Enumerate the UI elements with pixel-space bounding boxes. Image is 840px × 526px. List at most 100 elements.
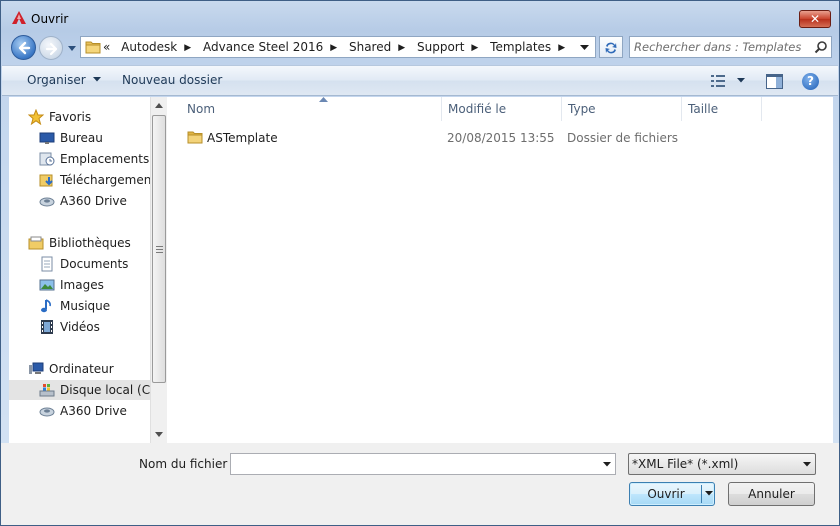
nav-item-label: Musique — [60, 299, 111, 313]
navigation-row: « Autodesk ▶ Advance Steel 2016 ▶ Shared ▶ … — [1, 35, 839, 61]
filename-combobox[interactable] — [230, 453, 616, 475]
libraries-icon — [28, 236, 44, 250]
column-header-label: Modifié le — [448, 102, 507, 116]
new-folder-button[interactable]: Nouveau dossier — [122, 73, 222, 87]
breadcrumb-chevron-icon[interactable]: ▶ — [398, 43, 405, 53]
nav-item-label: Bureau — [60, 131, 103, 145]
breadcrumb-chevron-icon[interactable]: ▶ — [558, 43, 565, 53]
forward-arrow-icon — [45, 42, 58, 56]
nav-item-computer[interactable]: Ordinateur — [9, 359, 150, 379]
filename-input[interactable] — [234, 456, 594, 472]
documents-icon — [41, 256, 53, 272]
column-header-modified[interactable]: Modifié le — [442, 97, 562, 121]
command-toolbar: Organiser Nouveau dossier ? — [2, 65, 838, 96]
view-dropdown-icon[interactable] — [737, 78, 745, 83]
pictures-icon — [39, 279, 55, 291]
file-type-select[interactable]: *XML File* (*.xml) — [628, 453, 816, 475]
cloud-drive-icon — [39, 407, 55, 417]
nav-item-label: Ordinateur — [49, 362, 114, 376]
sort-ascending-icon — [319, 97, 328, 102]
organize-button[interactable]: Organiser — [27, 73, 102, 87]
breadcrumb-item-templates[interactable]: Templates — [490, 40, 551, 54]
search-input[interactable] — [634, 39, 806, 55]
preview-pane-icon[interactable] — [766, 74, 783, 89]
breadcrumb-item-support[interactable]: Support — [417, 40, 464, 54]
open-options-dropdown-icon[interactable] — [705, 491, 713, 496]
scroll-down-icon[interactable] — [151, 426, 167, 442]
forward-button[interactable] — [39, 36, 63, 60]
search-icon[interactable] — [814, 40, 828, 54]
nav-item-label: Disque local (C:) — [60, 383, 150, 397]
breadcrumb: « Autodesk ▶ Advance Steel 2016 ▶ Shared ▶ … — [103, 40, 573, 54]
back-arrow-icon — [18, 41, 31, 55]
nav-item-downloads[interactable]: Téléchargements — [9, 170, 150, 190]
search-box[interactable] — [629, 36, 832, 58]
music-icon — [41, 299, 51, 313]
autodesk-app-icon — [12, 11, 26, 24]
file-name: ASTemplate — [207, 131, 278, 145]
nav-item-a360-drive[interactable]: A360 Drive — [9, 191, 150, 211]
address-bar[interactable]: « Autodesk ▶ Advance Steel 2016 ▶ Shared ▶ … — [80, 36, 596, 58]
breadcrumb-chevron-icon[interactable]: ▶ — [184, 43, 191, 53]
organize-label: Organiser — [27, 73, 86, 87]
file-list: Nom Modifié le Type Taille ASTemplate 20… — [167, 97, 833, 443]
cancel-button[interactable]: Annuler — [728, 482, 815, 506]
view-details-icon[interactable] — [710, 74, 726, 88]
open-button-label: Ouvrir — [647, 487, 685, 501]
refresh-button[interactable] — [599, 36, 623, 58]
back-button[interactable] — [11, 35, 36, 60]
nav-item-label: Images — [60, 278, 104, 292]
nav-item-pictures[interactable]: Images — [9, 275, 150, 295]
chevron-down-icon — [803, 462, 811, 467]
nav-item-label: Documents — [60, 257, 129, 271]
star-icon — [28, 109, 44, 125]
file-type: Dossier de fichiers — [567, 131, 679, 145]
close-button[interactable]: ✕ — [799, 10, 831, 28]
nav-item-desktop[interactable]: Bureau — [9, 128, 150, 148]
nav-item-a360-drive[interactable]: A360 Drive — [9, 401, 150, 421]
local-disk-icon — [39, 384, 55, 397]
open-button[interactable]: Ouvrir — [629, 482, 715, 506]
nav-pane-scrollbar[interactable] — [150, 97, 167, 443]
column-header-label: Nom — [187, 102, 216, 116]
breadcrumb-chevron-icon[interactable]: ▶ — [330, 43, 337, 53]
cloud-drive-icon — [39, 197, 55, 207]
folder-icon — [187, 131, 203, 144]
column-header-size[interactable]: Taille — [682, 97, 762, 121]
nav-item-label: Vidéos — [60, 320, 100, 334]
breadcrumb-item-advance-steel[interactable]: Advance Steel 2016 — [203, 40, 323, 54]
window-title: Ouvrir — [31, 12, 69, 26]
nav-item-libraries[interactable]: Bibliothèques — [9, 233, 150, 253]
split-divider — [701, 485, 702, 503]
nav-item-recent-places[interactable]: Emplacements ré — [9, 149, 150, 169]
nav-item-label: A360 Drive — [60, 404, 127, 418]
chevron-down-icon[interactable] — [603, 462, 611, 467]
filename-label: Nom du fichier : — [139, 457, 236, 471]
scroll-up-icon[interactable] — [151, 98, 167, 114]
file-row[interactable]: ASTemplate 20/08/2015 13:55 Dossier de f… — [167, 127, 833, 149]
breadcrumb-chevron-icon[interactable]: ▶ — [471, 43, 478, 53]
breadcrumb-overflow[interactable]: « — [103, 40, 110, 54]
nav-item-videos[interactable]: Vidéos — [9, 317, 150, 337]
desktop-icon — [39, 132, 55, 144]
help-icon[interactable]: ? — [802, 73, 819, 90]
open-file-dialog: Ouvrir ✕ « Autodesk ▶ Advance Steel 2016 ▶… — [0, 0, 840, 526]
nav-item-music[interactable]: Musique — [9, 296, 150, 316]
scrollbar-grip-icon — [156, 246, 163, 255]
chevron-down-icon — [93, 77, 102, 82]
nav-item-favorites[interactable]: Favoris — [9, 107, 150, 127]
downloads-icon — [39, 174, 53, 187]
address-dropdown-icon[interactable] — [580, 45, 589, 51]
file-modified: 20/08/2015 13:55 — [447, 131, 555, 145]
column-header-name[interactable]: Nom — [181, 97, 442, 121]
scrollbar-thumb[interactable] — [152, 115, 166, 383]
nav-item-local-disk[interactable]: Disque local (C:) — [9, 380, 150, 400]
history-dropdown-icon[interactable] — [67, 43, 77, 53]
breadcrumb-item-shared[interactable]: Shared — [349, 40, 391, 54]
breadcrumb-item-autodesk[interactable]: Autodesk — [121, 40, 177, 54]
nav-item-documents[interactable]: Documents — [9, 254, 150, 274]
computer-icon — [29, 362, 44, 374]
column-header-type[interactable]: Type — [562, 97, 682, 121]
nav-item-label: Bibliothèques — [49, 236, 131, 250]
file-type-value: *XML File* (*.xml) — [632, 457, 739, 471]
